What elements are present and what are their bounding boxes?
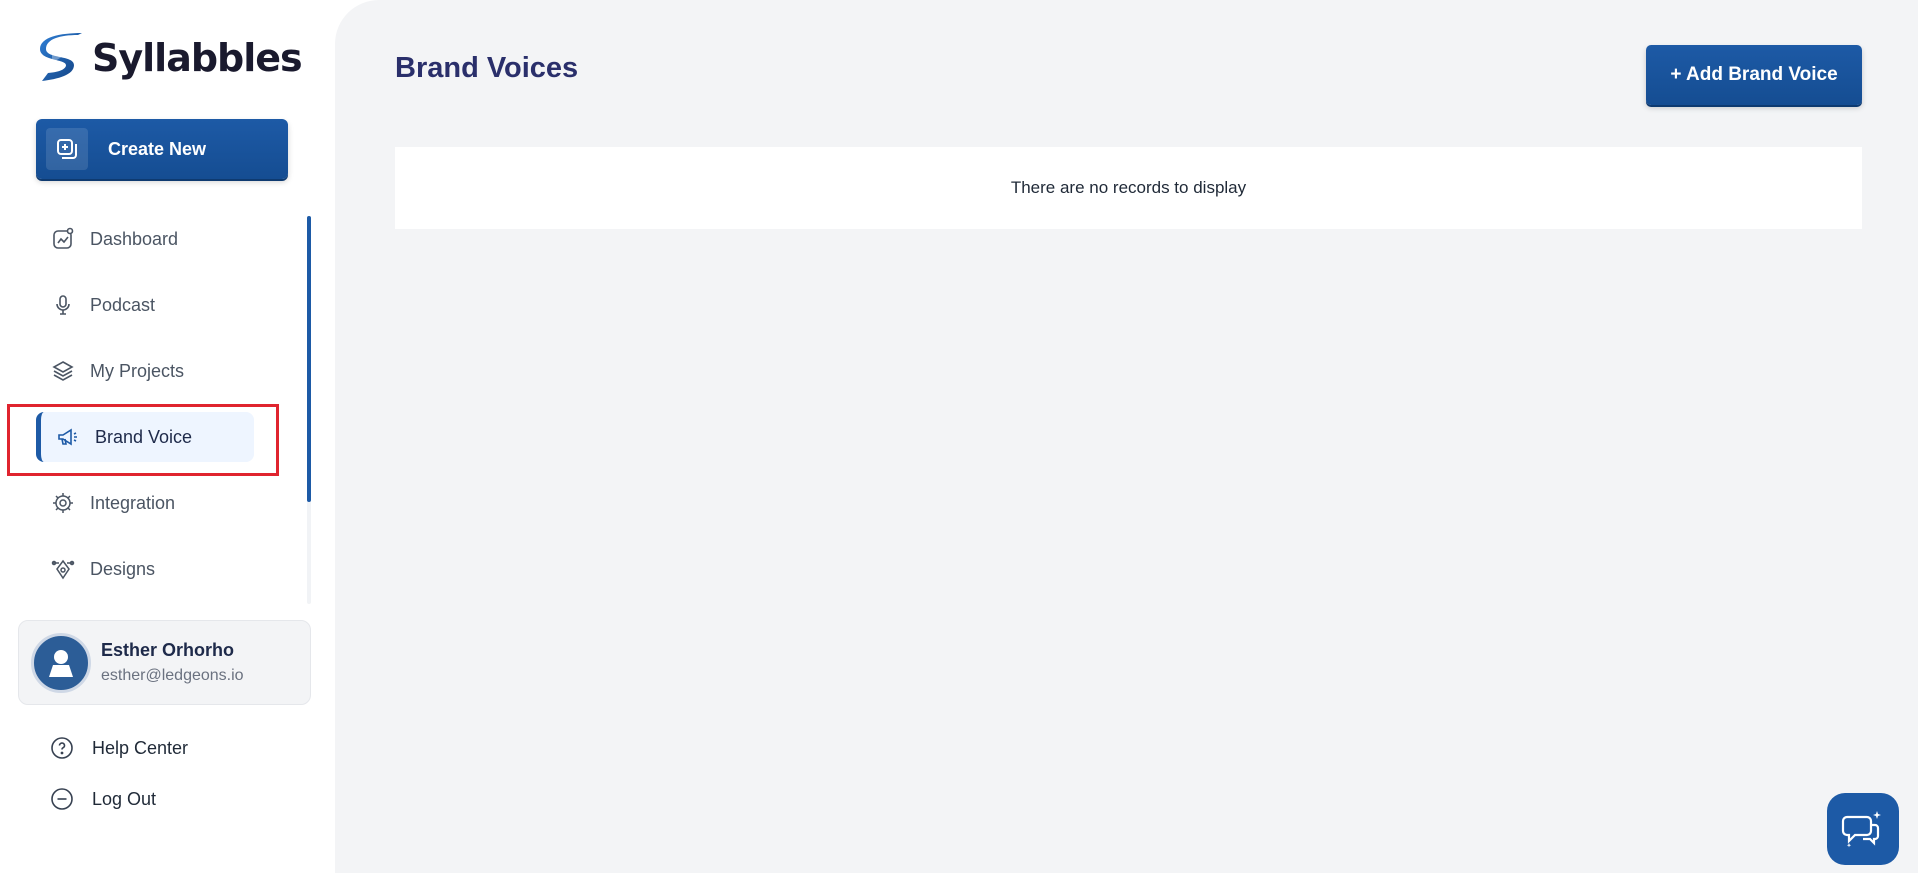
pen-tool-icon	[50, 556, 76, 582]
chart-icon	[50, 226, 76, 252]
user-silhouette-icon	[49, 649, 73, 677]
sidebar-item-brand-voice[interactable]: Brand Voice	[36, 412, 254, 462]
log-out-link[interactable]: Log Out	[48, 783, 156, 815]
sidebar: Syllabbles Create New Dashboard Podcast …	[0, 0, 335, 873]
question-circle-icon	[48, 734, 76, 762]
user-info: Esther Orhorho esther@ledgeons.io	[101, 640, 244, 685]
brand-logo[interactable]: Syllabbles	[38, 30, 303, 86]
empty-state-message: There are no records to display	[1010, 178, 1247, 197]
microphone-icon	[50, 292, 76, 318]
avatar	[31, 632, 91, 693]
app-root: Syllabbles Create New Dashboard Podcast …	[0, 0, 1918, 873]
chat-bubble-icon	[1841, 811, 1881, 848]
user-profile-card[interactable]: Esther Orhorho esther@ledgeons.io	[18, 620, 311, 705]
megaphone-icon	[55, 424, 81, 450]
sidebar-item-dashboard[interactable]: Dashboard	[36, 214, 256, 264]
create-new-label: Create New	[108, 138, 207, 159]
help-center-link[interactable]: Help Center	[48, 732, 188, 764]
sidebar-item-label: My Projects	[90, 360, 185, 381]
sidebar-item-podcast[interactable]: Podcast	[36, 280, 256, 330]
main-content: Brand Voices + Add Brand Voice There are…	[335, 0, 1918, 873]
sidebar-item-integration[interactable]: Integration	[36, 478, 256, 528]
add-document-icon	[46, 128, 88, 170]
brand-name: Syllabbles	[92, 36, 303, 80]
sidebar-item-label: Integration	[90, 492, 176, 513]
sidebar-item-my-projects[interactable]: My Projects	[36, 346, 256, 396]
user-name: Esther Orhorho	[101, 640, 235, 660]
layers-icon	[50, 358, 76, 384]
sidebar-item-designs[interactable]: Designs	[36, 544, 256, 594]
syllabbles-logo-icon	[40, 33, 82, 81]
sidebar-item-label: Podcast	[90, 294, 156, 315]
integration-gear-icon	[50, 490, 76, 516]
sidebar-item-label: Designs	[90, 558, 156, 579]
sidebar-nav: Dashboard Podcast My Projects Brand Voic…	[36, 212, 311, 604]
user-email: esther@ledgeons.io	[101, 667, 244, 684]
page-title: Brand Voices	[395, 52, 579, 84]
add-brand-voice-button[interactable]: + Add Brand Voice	[1646, 45, 1862, 105]
sidebar-item-label: Dashboard	[90, 228, 179, 249]
log-out-label: Log Out	[92, 788, 157, 809]
sidebar-item-label: Brand Voice	[95, 426, 193, 447]
help-center-label: Help Center	[92, 737, 189, 758]
minus-circle-icon	[48, 785, 76, 813]
nav-scrollbar-thumb[interactable]	[307, 216, 311, 502]
chat-support-button[interactable]	[1827, 793, 1899, 865]
records-table: There are no records to display	[395, 147, 1862, 229]
create-new-button[interactable]: Create New	[36, 119, 288, 179]
